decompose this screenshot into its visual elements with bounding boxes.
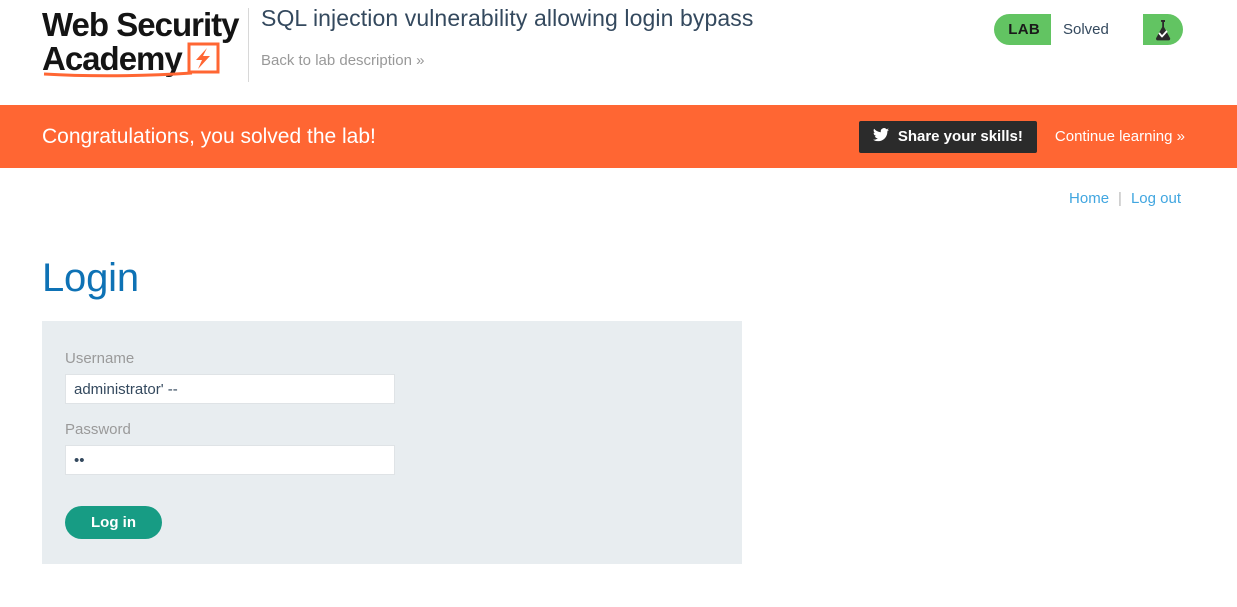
username-label: Username: [65, 350, 135, 367]
page-body: Home | Log out Login Username Password L…: [0, 168, 1237, 607]
username-input[interactable]: [65, 374, 395, 404]
nav-separator: |: [1118, 190, 1122, 207]
chevron-right-icon: »: [1176, 128, 1185, 145]
logout-link[interactable]: Log out: [1131, 190, 1181, 207]
lab-status-widget[interactable]: LAB Solved: [994, 14, 1183, 45]
header-divider: [248, 8, 249, 82]
lightning-bolt-icon: [187, 42, 220, 74]
svg-text:Web Security: Web Security: [42, 6, 240, 43]
twitter-bird-icon: [872, 127, 889, 146]
flask-check-icon: [1143, 14, 1183, 45]
continue-learning-label: Continue learning: [1054, 128, 1173, 145]
login-heading: Login: [42, 256, 139, 300]
back-to-lab-description-link[interactable]: Back to lab description »: [261, 52, 425, 69]
back-link-label: Back to lab description: [261, 52, 412, 69]
page-title: SQL injection vulnerability allowing log…: [261, 5, 754, 31]
login-submit-button[interactable]: Log in: [65, 506, 162, 539]
banner-message: Congratulations, you solved the lab!: [42, 124, 376, 148]
svg-text:Academy: Academy: [42, 40, 183, 77]
congratulations-banner: Congratulations, you solved the lab! Sha…: [0, 105, 1237, 168]
password-label: Password: [65, 421, 131, 438]
site-header: Web Security Academy SQL injection vulne…: [0, 0, 1237, 105]
share-your-skills-button[interactable]: Share your skills!: [858, 120, 1037, 153]
logo-artwork: Web Security Academy: [42, 6, 241, 78]
password-input[interactable]: [65, 445, 395, 475]
lab-status-text: Solved: [1051, 14, 1143, 45]
lab-tag-label: LAB: [1008, 21, 1040, 38]
chevron-right-icon: »: [416, 52, 424, 69]
user-nav-links: Home | Log out: [1069, 190, 1181, 207]
banner-actions: Share your skills! Continue learning »: [858, 120, 1185, 153]
home-link[interactable]: Home: [1069, 190, 1109, 207]
continue-learning-link[interactable]: Continue learning »: [1054, 128, 1185, 145]
header-text-block: SQL injection vulnerability allowing log…: [261, 5, 753, 70]
web-security-academy-logo[interactable]: Web Security Academy: [42, 6, 247, 78]
share-button-label: Share your skills!: [897, 128, 1023, 145]
login-form-panel: Username Password Log in: [42, 321, 742, 564]
